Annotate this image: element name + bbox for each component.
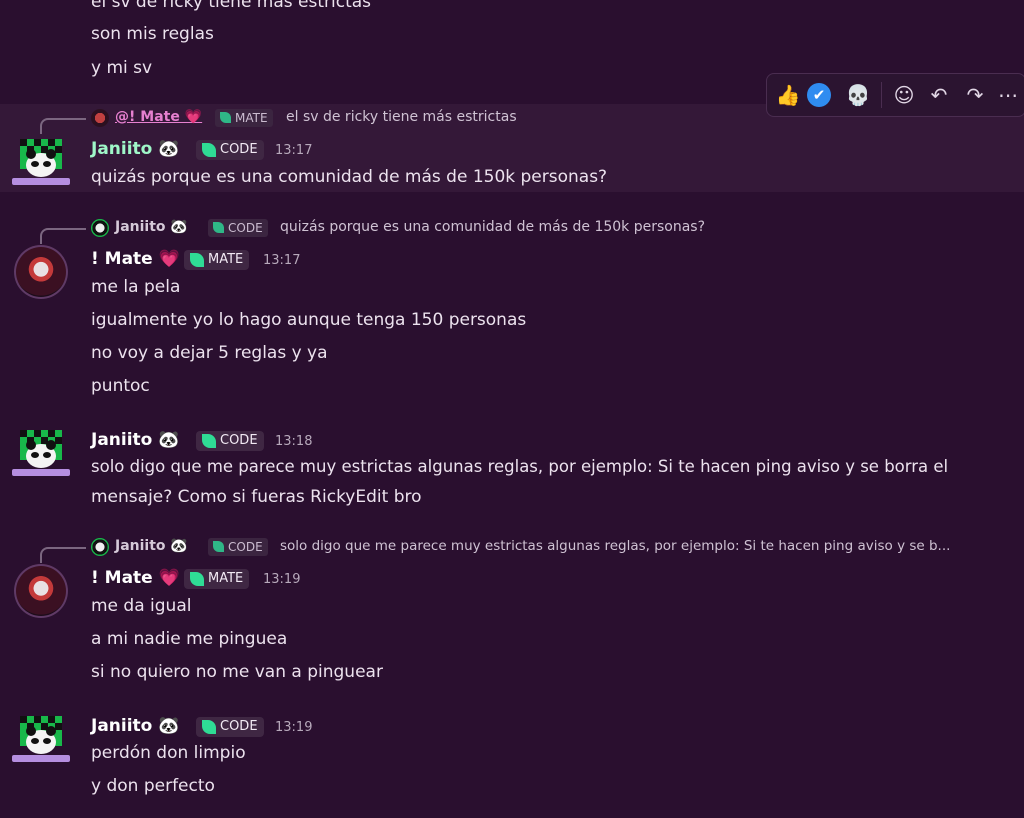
- leaf-icon: [213, 222, 224, 233]
- avatar[interactable]: [12, 430, 70, 478]
- timestamp: 13:17: [275, 143, 313, 158]
- role-badge: CODE: [208, 538, 268, 556]
- more-icon[interactable]: ⋯: [993, 80, 1023, 110]
- leaf-icon: [213, 541, 224, 552]
- role-badge: MATE: [184, 569, 250, 589]
- message-line: y don perfecto: [91, 776, 215, 796]
- add-reaction-icon[interactable]: ☺: [889, 80, 919, 110]
- reply-preview[interactable]: quizás porque es una comunidad de más de…: [280, 219, 705, 235]
- reply-connector: [40, 547, 86, 563]
- message-line: y mi sv: [91, 58, 153, 78]
- timestamp: 13:19: [275, 720, 313, 735]
- toolbar-divider: [881, 82, 882, 108]
- timestamp: 13:18: [275, 434, 313, 449]
- role-badge-label: MATE: [235, 111, 268, 125]
- username[interactable]: ! Mate 💗: [91, 568, 180, 588]
- leaf-icon: [190, 253, 204, 267]
- message-line: si no quiero no me van a pinguear: [91, 662, 383, 682]
- reply-mention[interactable]: @! Mate 💗: [115, 109, 202, 125]
- message-actions-toolbar: 👍 ✔ 💀 ☺ ↶ ↷ ⋯: [766, 73, 1024, 117]
- reply-preview[interactable]: el sv de ricky tiene más estrictas: [286, 109, 517, 125]
- message-line: el sv de ricky tiene más estrictas: [91, 0, 372, 12]
- message-line: son mis reglas: [91, 24, 214, 44]
- leaf-icon: [190, 572, 204, 586]
- timestamp: 13:17: [263, 253, 301, 268]
- role-badge-label: CODE: [220, 142, 258, 157]
- leaf-icon: [202, 720, 216, 734]
- username[interactable]: Janiito 🐼: [91, 716, 179, 736]
- thumbs-up-icon[interactable]: 👍: [773, 80, 803, 110]
- message-line: solo digo que me parece muy estrictas al…: [91, 457, 949, 476]
- avatar[interactable]: [12, 716, 70, 764]
- message-line: me da igual: [91, 596, 192, 616]
- panda-avatar-icon: [12, 139, 70, 185]
- message-line: perdón don limpio: [91, 743, 246, 763]
- leaf-icon: [220, 112, 231, 123]
- reply-connector: [40, 118, 86, 134]
- role-badge-label: MATE: [208, 252, 244, 267]
- avatar[interactable]: [14, 245, 68, 299]
- avatar: [91, 109, 109, 127]
- message-line: a mi nadie me pinguea: [91, 629, 288, 649]
- message-line: mensaje? Como si fueras RickyEdit bro: [91, 487, 422, 507]
- timestamp: 13:19: [263, 572, 301, 587]
- role-badge: CODE: [196, 431, 264, 451]
- leaf-icon: [202, 434, 216, 448]
- role-badge-label: MATE: [208, 571, 244, 586]
- role-badge: MATE: [184, 250, 250, 270]
- forward-icon[interactable]: ↷: [960, 80, 990, 110]
- reply-author[interactable]: Janiito 🐼: [115, 538, 188, 554]
- role-badge-label: CODE: [228, 221, 263, 235]
- username[interactable]: Janiito 🐼: [91, 430, 179, 450]
- reply-icon[interactable]: ↶: [924, 80, 954, 110]
- panda-avatar-icon: [12, 430, 70, 476]
- username[interactable]: Janiito 🐼: [91, 139, 179, 159]
- message-line: me la pela: [91, 277, 181, 297]
- panda-avatar-icon: [12, 716, 70, 762]
- role-badge: MATE: [215, 109, 273, 127]
- role-badge-label: CODE: [220, 433, 258, 448]
- reply-preview[interactable]: solo digo que me parece muy estrictas al…: [280, 538, 1010, 554]
- leaf-icon: [202, 143, 216, 157]
- avatar: [91, 219, 109, 237]
- message-line: igualmente yo lo hago aunque tenga 150 p…: [91, 310, 527, 330]
- reply-connector: [40, 228, 86, 244]
- skull-icon[interactable]: 💀: [843, 80, 873, 110]
- role-badge: CODE: [196, 140, 264, 160]
- avatar[interactable]: [12, 139, 70, 187]
- message-line: quizás porque es una comunidad de más de…: [91, 167, 608, 187]
- role-badge-label: CODE: [228, 540, 263, 554]
- avatar: [91, 538, 109, 556]
- role-badge-label: CODE: [220, 719, 258, 734]
- message-line: no voy a dejar 5 reglas y ya: [91, 343, 328, 363]
- role-badge: CODE: [196, 717, 264, 737]
- avatar[interactable]: [14, 564, 68, 618]
- verified-check-icon[interactable]: ✔: [807, 83, 831, 107]
- message-line: puntoc: [91, 376, 150, 396]
- reply-author[interactable]: Janiito 🐼: [115, 219, 188, 235]
- role-badge: CODE: [208, 219, 268, 237]
- username[interactable]: ! Mate 💗: [91, 249, 180, 269]
